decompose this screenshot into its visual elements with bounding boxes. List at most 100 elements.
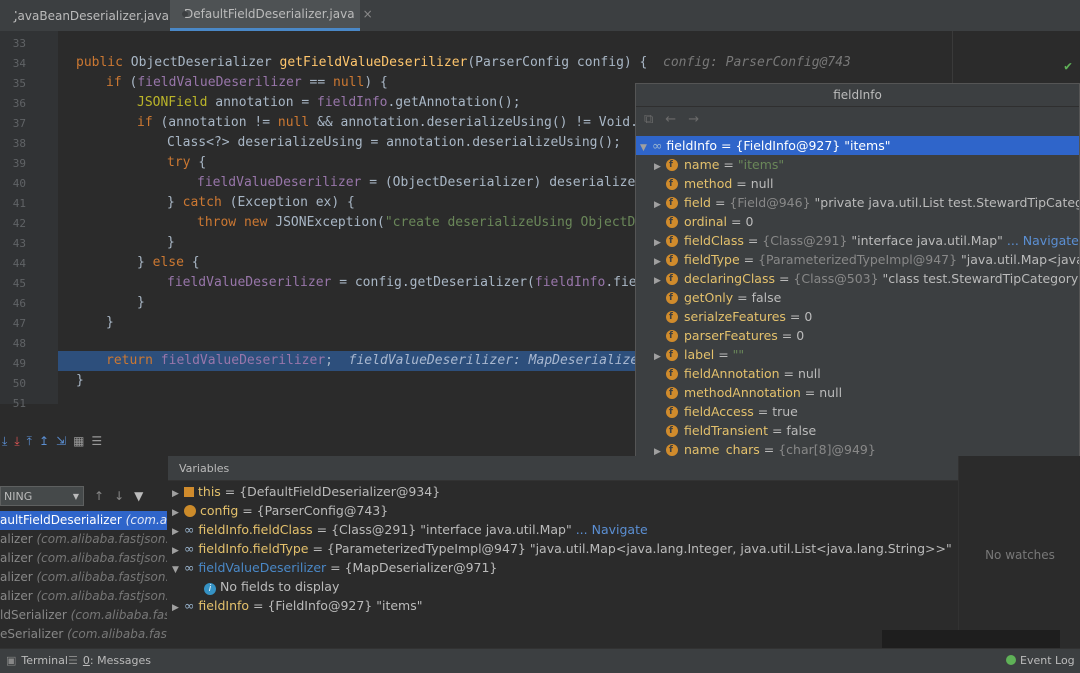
tree-row-method[interactable]: method = null [636,174,1079,194]
line-number: 51 [12,397,26,410]
stack-frame[interactable]: alizer (com.alibaba.fastjson.pa [0,587,167,606]
no-fields-message[interactable]: i No fields to display [204,577,339,596]
tree-row-fieldAccess[interactable]: fieldAccess = true [636,402,1079,422]
stack-frame[interactable]: alizer (com.alibaba.fastjson.pa [0,530,167,549]
popup-title: fieldInfo [636,84,1079,107]
parameter-icon [184,505,196,517]
field-icon [666,251,678,270]
forward-arrow-icon[interactable]: → [688,112,699,127]
line-number-gutter[interactable]: 33 34 35 36 37 38 39 40 41 42 43 44 45 4… [0,31,58,410]
watch-glasses-icon: ∞ [184,598,195,613]
line-number: 39 [12,157,26,170]
tab-label: DefaultFieldDeserializer.java [184,7,355,21]
field-icon [666,365,678,384]
tree-root-fieldinfo[interactable]: ▼ ∞ fieldInfo = {FieldInfo@927} "items" [636,136,1079,155]
object-icon [184,487,194,497]
tree-row-field[interactable]: ▶field = {Field@946} "private java.util.… [636,193,1079,213]
close-icon[interactable]: × [363,7,373,21]
variable-row[interactable]: ▶ ∞ fieldInfo.fieldClass = {Class@291} "in… [172,520,648,539]
terminal-tool-button[interactable]: ▣ Terminal [6,649,68,673]
field-icon [666,194,678,213]
messages-tool-button[interactable]: ☰ 0: Messages [68,649,151,673]
filter-icon[interactable]: ▼ [134,489,143,503]
tab-defaultfielddeserializer[interactable]: DefaultFieldDeserializer.java × [170,0,373,31]
tree-row-getOnly[interactable]: getOnly = false [636,288,1079,308]
variable-row[interactable]: ▶ config = {ParserConfig@743} [172,501,388,520]
watch-glasses-icon: ∞ [184,522,195,537]
stack-frame[interactable]: alizer (com.alibaba.fastjson.pa [0,549,167,568]
field-icon [666,327,678,346]
field-icon [666,289,678,308]
stack-frame[interactable]: alizer (com.alibaba.fastjson.pa [0,568,167,587]
variable-row[interactable]: ▼ ∞ fieldValueDeserilizer = {MapDeserializ… [172,558,497,577]
variable-row[interactable]: ▶ this = {DefaultFieldDeserializer@934} [172,482,440,501]
popup-toolbar: ⧉ ← → [636,107,1079,131]
field-icon [666,384,678,403]
line-number: 47 [12,317,26,330]
thread-select[interactable]: NING [0,486,84,507]
tab-javabeandeserializer[interactable]: JavaBeanDeserializer.java × [0,0,187,31]
arrow-up-icon[interactable]: ↑ [94,489,104,503]
line-number: 37 [12,117,26,130]
variable-row[interactable]: ▶ ∞ fieldInfo = {FieldInfo@927} "items" [172,596,422,615]
line-number: 38 [12,137,26,150]
step-into-icon[interactable]: ⤓ [14,434,19,449]
tree-row-serialzeFeatures[interactable]: serialzeFeatures = 0 [636,307,1079,327]
tree-row-fieldTransient[interactable]: fieldTransient = false [636,421,1079,441]
variable-row[interactable]: ▶ ∞ fieldInfo.fieldType = {ParameterizedTy… [172,539,952,558]
tree-row-declaringClass[interactable]: ▶declaringClass = {Class@503} "class tes… [636,269,1079,289]
code-line-38: Class<?> deserializeUsing = annotation.d… [167,135,621,150]
tab-label: JavaBeanDeserializer.java [14,8,169,23]
tree-row-fieldType[interactable]: ▶fieldType = {ParameterizedTypeImpl@947}… [636,250,1079,270]
arrow-down-icon[interactable]: ↓ [114,489,124,503]
watches-panel[interactable]: No watches [958,456,1080,648]
back-arrow-icon[interactable]: ← [665,112,676,127]
debugger-toolbar: ⤓ ⤓ ⤒ ↥ ⇲ ▦ ☰ [0,428,172,454]
step-out-icon[interactable]: ⤒ [27,434,32,449]
line-number: 34 [12,57,26,70]
code-line-36: JSONField annotation = fieldInfo.getAnno… [137,95,521,110]
field-icon [666,213,678,232]
event-log-button[interactable]: Event Log [1006,649,1075,673]
drop-frame-icon[interactable]: ↥ [39,434,49,448]
step-over-icon[interactable]: ⤓ [2,434,7,449]
tree-row-name[interactable]: ▶name = "items" [636,155,1079,175]
variables-panel[interactable]: ▶ this = {DefaultFieldDeserializer@934} ▶ c… [168,481,958,648]
watch-glasses-icon: ∞ [184,541,195,556]
evaluate-expression-icon[interactable]: ▦ [73,434,84,448]
line-number: 36 [12,97,26,110]
line-number: 45 [12,277,26,290]
field-icon [666,270,678,289]
stack-frame[interactable]: eSerializer (com.alibaba.fas [0,625,167,644]
status-bar: ▣ Terminal ☰ 0: Messages Event Log [0,648,1080,673]
code-line-37: if (annotation != null && annotation.des… [137,115,654,130]
tree-row-fieldClass[interactable]: ▶fieldClass = {Class@291} "interface jav… [636,231,1079,251]
code-line-41: } catch (Exception ex) { [167,195,355,210]
tree-row-parserFeatures[interactable]: parserFeatures = 0 [636,326,1079,346]
expand-icon[interactable]: ▶ [172,599,184,618]
variables-header: Variables [168,456,958,481]
line-number: 44 [12,257,26,270]
tree-row-fieldAnnotation[interactable]: fieldAnnotation = null [636,364,1079,384]
code-line-39: try { [167,155,207,170]
line-number: 35 [12,77,26,90]
navigate-link[interactable]: ... Navigate [572,522,648,537]
navigate-link[interactable]: ... Navigate [1003,233,1079,248]
terminal-icon: ▣ [6,654,17,667]
run-to-cursor-icon[interactable]: ⇲ [56,434,66,448]
code-line-47: } [106,315,114,330]
tree-row-ordinal[interactable]: ordinal = 0 [636,212,1079,232]
tree-row-label[interactable]: ▶label = "" [636,345,1079,365]
trace-icon[interactable]: ☰ [91,434,102,448]
inline-debug-hint: fieldValueDeserilizer: MapDeserializer@ [348,353,654,368]
inline-debug-hint: config: ParserConfig@743 [663,55,851,70]
field-icon [666,346,678,365]
code-line-45: fieldValueDeserilizer = config.getDeseri… [167,275,653,290]
expand-icon[interactable]: ▼ [172,561,184,580]
field-icon [666,441,678,460]
stack-frame[interactable]: ldSerializer (com.alibaba.fastjson [0,606,167,625]
code-line-44: } else { [137,255,200,270]
copy-icon[interactable]: ⧉ [644,112,653,127]
tree-row-methodAnnotation[interactable]: methodAnnotation = null [636,383,1079,403]
stack-frame[interactable]: aultFieldDeserializer (com.aliba [0,511,167,530]
